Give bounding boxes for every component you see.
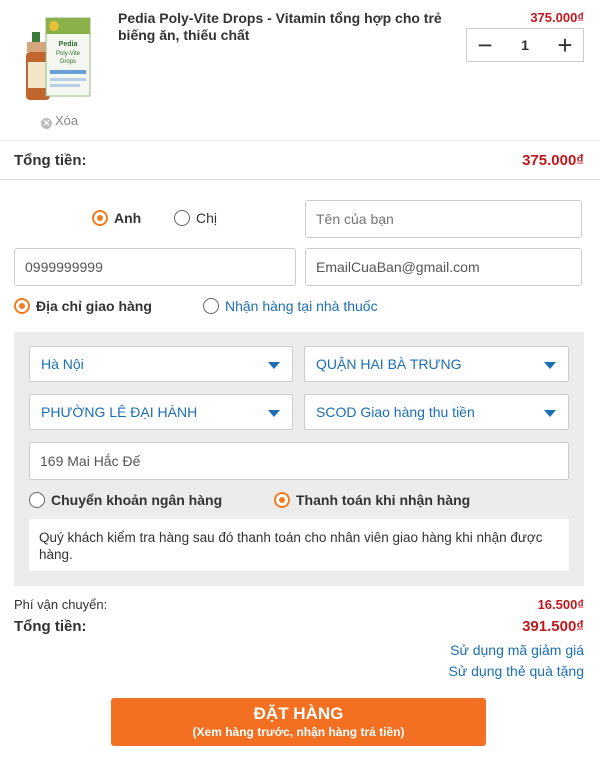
minus-icon: −: [477, 30, 493, 60]
payment-label-bank-transfer: Chuyển khoản ngân hàng: [51, 492, 223, 508]
radio-unchecked-icon: [29, 492, 45, 508]
shipping-fee-label: Phí vận chuyển:: [14, 597, 108, 612]
quantity-stepper: − 1 +: [466, 28, 584, 62]
address-input[interactable]: [29, 442, 569, 480]
city-value: Hà Nội: [41, 356, 84, 372]
shipping-method-value: SCOD Giao hàng thu tiền: [316, 404, 475, 420]
delivery-label-address: Địa chỉ giao hàng: [36, 298, 152, 314]
gender-radio-male[interactable]: Anh: [92, 210, 141, 226]
shipping-method-select[interactable]: SCOD Giao hàng thu tiền: [304, 394, 569, 430]
remove-label: Xóa: [55, 113, 79, 128]
ward-select[interactable]: PHƯỜNG LÊ ĐẠI HÀNH: [29, 394, 293, 430]
chevron-down-icon: [268, 362, 280, 369]
grand-total-label: Tổng tiền:: [14, 618, 87, 635]
gender-label-female: Chị: [196, 210, 218, 226]
chevron-down-icon: [544, 410, 556, 417]
name-input[interactable]: [305, 200, 582, 238]
product-name[interactable]: Pedia Poly-Vite Drops - Vitamin tổng hợp…: [118, 10, 463, 44]
delivery-label-pharmacy: Nhận hàng tại nhà thuốc: [225, 298, 378, 314]
district-value: QUẬN HAI BÀ TRƯNG: [316, 356, 462, 372]
delivery-radio-pharmacy[interactable]: Nhận hàng tại nhà thuốc: [203, 298, 378, 314]
payment-label-cod: Thanh toán khi nhận hàng: [296, 492, 471, 508]
remove-item-button[interactable]: ✕ Xóa: [41, 113, 78, 129]
product-image[interactable]: Pedia Poly-Vite Drops: [20, 10, 98, 108]
gift-card-link[interactable]: Sử dụng thẻ quà tặng: [449, 663, 584, 679]
coupon-link[interactable]: Sử dụng mã giảm giá: [450, 642, 584, 658]
phone-input[interactable]: [14, 248, 296, 286]
chevron-down-icon: [544, 362, 556, 369]
subtotal-value: 375.000₫: [522, 152, 584, 169]
city-select[interactable]: Hà Nội: [29, 346, 293, 382]
gender-label-male: Anh: [114, 210, 142, 226]
cart-item: Pedia Poly-Vite Drops ✕ Xóa Pedia Poly-Vi…: [0, 0, 600, 140]
radio-checked-icon: [14, 298, 30, 314]
radio-unchecked-icon: [203, 298, 219, 314]
email-input[interactable]: [305, 248, 582, 286]
payment-radio-bank-transfer[interactable]: Chuyển khoản ngân hàng: [29, 492, 222, 508]
close-icon: ✕: [41, 118, 52, 129]
gender-radio-female[interactable]: Chị: [174, 210, 217, 226]
delivery-radio-address[interactable]: Địa chỉ giao hàng: [14, 298, 152, 314]
chevron-down-icon: [268, 410, 280, 417]
ward-value: PHƯỜNG LÊ ĐẠI HÀNH: [41, 404, 198, 420]
district-select[interactable]: QUẬN HAI BÀ TRƯNG: [304, 346, 569, 382]
place-order-button[interactable]: ĐẶT HÀNG (Xem hàng trước, nhận hàng trả …: [111, 698, 486, 746]
product-price: 375.000₫: [530, 10, 584, 25]
grand-total-value: 391.500₫: [522, 618, 584, 635]
payment-note: Quý khách kiểm tra hàng sau đó thanh toá…: [29, 519, 569, 571]
payment-radio-cod[interactable]: Thanh toán khi nhận hàng: [274, 492, 470, 508]
product-image-brand: Pedia: [59, 41, 78, 48]
quantity-value[interactable]: 1: [503, 29, 547, 61]
subtotal-label: Tổng tiền:: [14, 152, 87, 169]
place-order-label: ĐẶT HÀNG: [253, 704, 344, 723]
place-order-sublabel: (Xem hàng trước, nhận hàng trả tiền): [192, 725, 405, 739]
subtotal-row: Tổng tiền: 375.000₫: [0, 140, 600, 180]
increase-quantity-button[interactable]: +: [547, 29, 583, 61]
decrease-quantity-button[interactable]: −: [467, 29, 503, 61]
shipping-fee-value: 16.500₫: [537, 597, 584, 612]
product-image-line2: Drops: [60, 59, 76, 65]
radio-checked-icon: [92, 210, 108, 226]
plus-icon: +: [557, 30, 573, 60]
product-image-line1: Poly-Vite: [56, 51, 81, 57]
radio-unchecked-icon: [174, 210, 190, 226]
radio-checked-icon: [274, 492, 290, 508]
